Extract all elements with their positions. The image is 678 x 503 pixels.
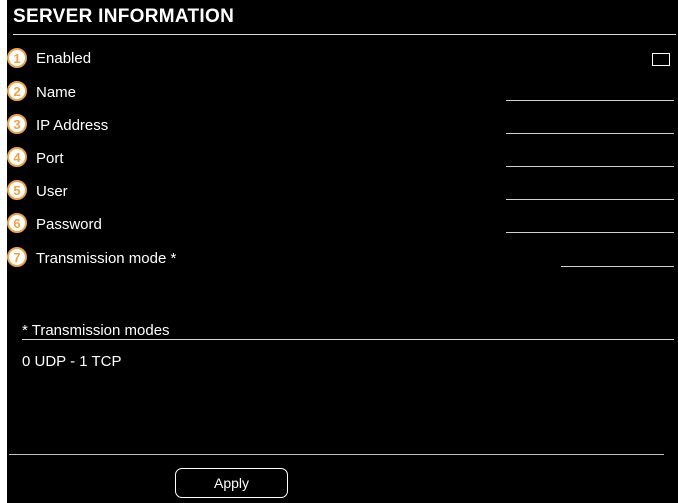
user-label: User: [36, 183, 68, 200]
step-badge-5: 5: [7, 180, 27, 200]
enabled-label: Enabled: [36, 50, 92, 67]
port-label: Port: [36, 150, 64, 167]
transmission-modes-divider: [22, 339, 674, 340]
apply-button[interactable]: Apply: [175, 468, 288, 498]
panel-title: SERVER INFORMATION: [13, 6, 235, 27]
name-label: Name: [36, 84, 77, 101]
password-field[interactable]: [506, 232, 674, 233]
transmission-modes-text: 0 UDP - 1 TCP: [22, 353, 122, 370]
step-badge-6: 6: [7, 213, 27, 233]
transmission-mode-label: Transmission mode *: [36, 250, 177, 267]
server-information-panel: SERVER INFORMATION 1 Enabled 2 Name 3 IP…: [7, 0, 678, 503]
step-badge-4: 4: [7, 147, 27, 167]
ip-address-field[interactable]: [506, 133, 674, 134]
step-badge-1: 1: [7, 48, 27, 68]
footer-divider: [9, 454, 664, 455]
name-field[interactable]: [506, 100, 674, 101]
port-field[interactable]: [506, 166, 674, 167]
ip-address-label: IP Address: [36, 117, 109, 134]
step-badge-2: 2: [7, 81, 27, 101]
title-divider: [13, 34, 676, 35]
password-label: Password: [36, 216, 102, 233]
user-field[interactable]: [506, 199, 674, 200]
enabled-checkbox[interactable]: [652, 53, 670, 66]
transmission-mode-field[interactable]: [561, 266, 674, 267]
step-badge-3: 3: [7, 114, 27, 134]
transmission-modes-heading: * Transmission modes: [22, 322, 170, 339]
step-badge-7: 7: [7, 247, 27, 267]
